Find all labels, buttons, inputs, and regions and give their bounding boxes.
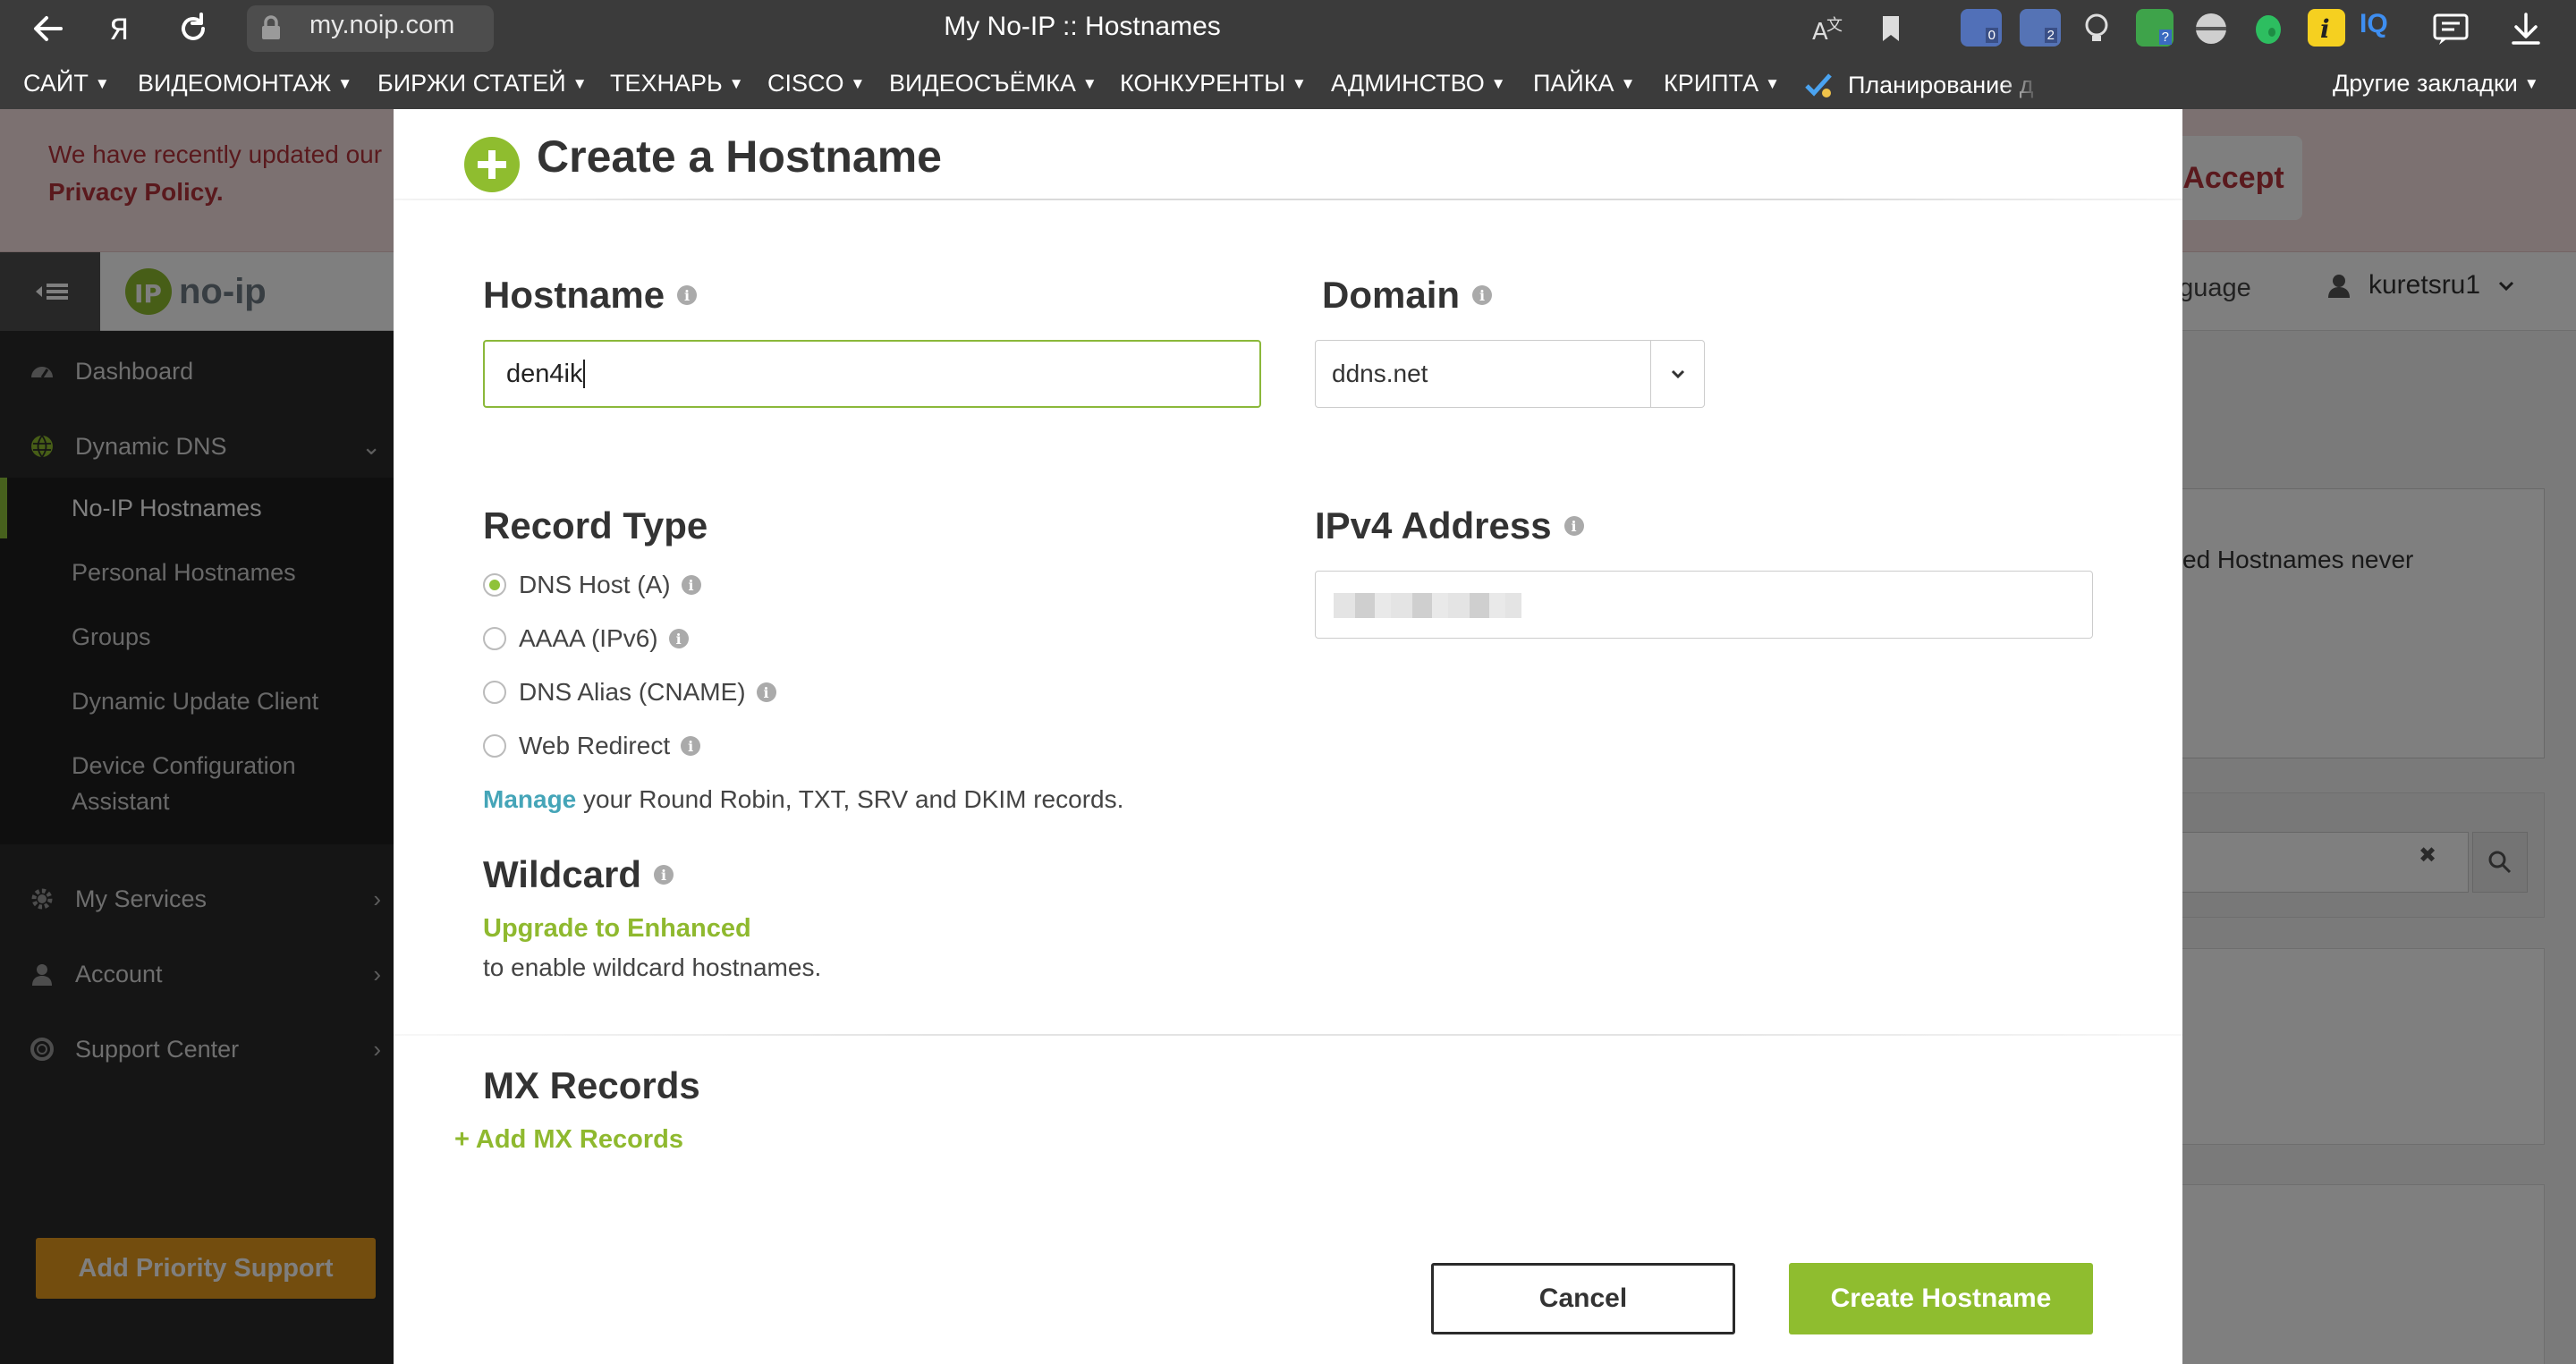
create-hostname-button[interactable]: Create Hostname (1789, 1263, 2093, 1334)
hostname-input[interactable]: den4ik (483, 340, 1261, 408)
back-arrow-icon[interactable] (30, 11, 66, 47)
extension-badge: 0 (1985, 28, 1998, 43)
record-type-label: Record Type (483, 504, 708, 546)
manage-records-line: Manage your Round Robin, TXT, SRV and DK… (483, 785, 1124, 813)
url-text[interactable]: my.noip.com (309, 11, 454, 40)
evernote-icon[interactable] (2250, 11, 2286, 47)
radio-button[interactable] (483, 734, 506, 758)
manage-link[interactable]: Manage (483, 785, 576, 813)
info-icon[interactable]: i (677, 285, 698, 305)
radio-dns-alias-cname[interactable]: DNS Alias (CNAME) i (483, 678, 776, 707)
plus-circle-icon (464, 137, 520, 192)
section-divider (394, 1034, 2182, 1036)
modal-title: Create a Hostname (537, 131, 942, 182)
italic-extension-icon[interactable]: i (2308, 9, 2345, 47)
bookmark-folder[interactable]: КРИПТА ▼ (1664, 70, 1780, 97)
upgrade-to-enhanced-link[interactable]: Upgrade to Enhanced (483, 914, 751, 944)
extension-badge: ? (2158, 30, 2172, 45)
svg-text:文: 文 (1826, 16, 1843, 35)
radio-button[interactable] (483, 573, 506, 597)
lock-icon (256, 13, 292, 48)
bookmark-folder[interactable]: CISCO ▼ (767, 70, 865, 97)
wildcard-note: to enable wildcard hostnames. (483, 953, 822, 981)
extension-badge: 2 (2044, 28, 2057, 43)
radio-button[interactable] (483, 681, 506, 704)
reload-icon[interactable] (175, 11, 211, 47)
bookmark-folder[interactable]: БИРЖИ СТАТЕЙ ▼ (377, 70, 588, 97)
redacted-ip-value (1334, 593, 1521, 618)
radio-aaaa-ipv6[interactable]: AAAA (IPv6) i (483, 624, 689, 653)
domain-select[interactable]: ddns.net (1315, 340, 1705, 408)
window-title: My No-IP :: Hostnames (944, 12, 1221, 41)
cancel-button[interactable]: Cancel (1431, 1263, 1735, 1334)
translate-icon[interactable]: A文 (1810, 11, 1846, 47)
add-mx-records-link[interactable]: + Add MX Records (454, 1125, 683, 1155)
bookmark-folder[interactable]: САЙТ ▼ (23, 70, 110, 97)
plus-icon: + (454, 1125, 470, 1154)
cloud-extension-icon[interactable]: 0 (1961, 9, 2002, 47)
title-divider (394, 199, 2182, 200)
mail-extension-icon[interactable]: 2 (2020, 9, 2061, 47)
yandex-logo-icon[interactable]: Я (102, 11, 138, 47)
mx-records-label: MX Records (483, 1064, 700, 1106)
svg-text:Я: Я (109, 13, 129, 47)
info-icon[interactable]: i (681, 736, 701, 756)
info-icon[interactable]: i (756, 682, 776, 702)
bookmark-folder[interactable]: АДМИНСТВО ▼ (1331, 70, 1506, 97)
create-hostname-modal: Create a Hostname Hostname i den4ik Doma… (394, 109, 2182, 1364)
info-icon[interactable]: i (1472, 285, 1493, 305)
other-bookmarks[interactable]: Другие закладки ▼ (2333, 70, 2539, 97)
chevron-down-icon[interactable] (1650, 341, 1704, 407)
iq-extension-icon[interactable]: IQ (2360, 9, 2413, 47)
planning-bookmark[interactable]: Планирование д (1803, 70, 2040, 100)
lightbulb-icon[interactable] (2079, 11, 2114, 47)
radio-button[interactable] (483, 627, 506, 650)
download-extension-icon[interactable]: ? (2136, 9, 2174, 47)
chat-extension-icon[interactable] (2431, 11, 2469, 47)
hostname-label: Hostname i (483, 274, 698, 317)
bookmark-folder[interactable]: КОНКУРЕНТЫ ▼ (1120, 70, 1307, 97)
bookmark-folder[interactable]: ВИДЕОСЪЁМКА ▼ (889, 70, 1097, 97)
svg-text:i: i (2320, 14, 2330, 44)
bookmark-folder[interactable]: ВИДЕОМОНТАЖ ▼ (138, 70, 352, 97)
info-icon[interactable]: i (653, 865, 674, 885)
ipv4-address-input[interactable] (1315, 571, 2093, 639)
wildcard-label: Wildcard i (483, 853, 674, 896)
bookmark-folder[interactable]: ПАЙКА ▼ (1533, 70, 1635, 97)
radio-web-redirect[interactable]: Web Redirect i (483, 732, 701, 760)
vpn-extension-icon[interactable] (2193, 11, 2229, 47)
bookmark-folder[interactable]: ТЕХНАРЬ ▼ (610, 70, 744, 97)
info-icon[interactable]: i (681, 575, 701, 595)
ipv4-label: IPv4 Address i (1315, 504, 1584, 547)
info-icon[interactable]: i (1563, 516, 1584, 536)
info-icon[interactable]: i (668, 629, 689, 648)
domain-label: Domain i (1322, 274, 1493, 317)
browser-chrome: Я my.noip.com My No-IP :: Hostnames A文 0… (0, 0, 2576, 109)
radio-dns-host-a[interactable]: DNS Host (A) i (483, 571, 701, 599)
download-icon[interactable] (2508, 11, 2544, 47)
bookmark-icon[interactable] (1873, 11, 1909, 47)
bookmarks-bar: САЙТ ▼ ВИДЕОМОНТАЖ ▼ БИРЖИ СТАТЕЙ ▼ ТЕХНАРЬ… (0, 66, 2576, 107)
planner-icon (1805, 73, 1832, 97)
